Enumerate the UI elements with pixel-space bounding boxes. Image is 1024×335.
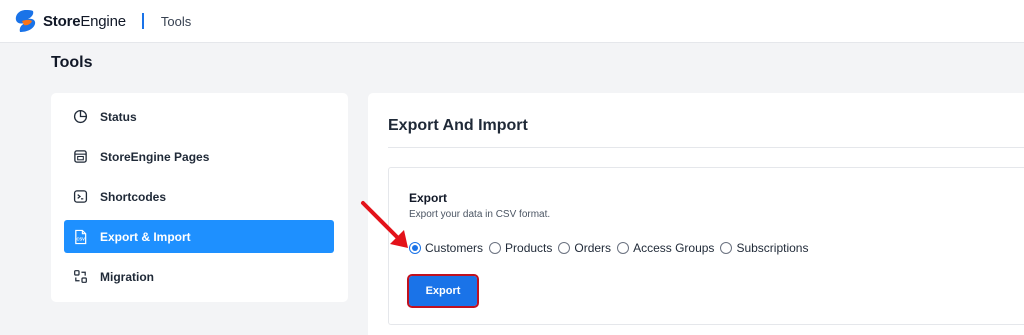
sidebar-item-status[interactable]: Status [64,100,334,133]
annotation-arrow-icon [361,201,408,248]
page-title: Tools [51,54,93,71]
sidebar-item-storeengine-pages[interactable]: StoreEngine Pages [64,140,334,173]
radio-button[interactable] [558,242,571,254]
radio-option-products[interactable]: Products [489,241,552,255]
header-section-title: Tools [160,13,192,29]
header-separator [141,13,144,29]
radio-button[interactable] [489,242,502,254]
export-button[interactable]: Export [407,274,479,308]
export-card: Export Export your data in CSV format. C… [388,167,1024,325]
radio-label: Orders [574,241,612,255]
export-section-title: Export [409,191,448,205]
terminal-icon [72,189,88,205]
radio-label: Access Groups [633,241,715,255]
brand-name: StoreEngine [43,12,126,30]
sidebar-item-label: Migration [100,269,154,284]
sidebar-item-label: Status [100,109,137,124]
tools-sidebar: Status StoreEngine Pages Shortcodes CSV … [51,93,348,302]
storeengine-logo[interactable]: StoreEngine [13,8,126,34]
svg-text:CSV: CSV [76,236,85,241]
sidebar-item-label: StoreEngine Pages [100,149,210,164]
radio-label: Customers [425,241,484,255]
panel-title: Export And Import [388,117,528,134]
csv-file-icon: CSV [72,229,88,245]
pages-icon [72,149,88,165]
migration-icon [72,269,88,285]
sidebar-item-migration[interactable]: Migration [64,260,334,293]
sidebar-item-shortcodes[interactable]: Shortcodes [64,180,334,213]
panel-divider [388,147,1024,148]
radio-button[interactable] [720,242,733,254]
radio-option-orders[interactable]: Orders [558,241,611,255]
top-bar: StoreEngine Tools [0,0,1024,43]
sidebar-item-label: Shortcodes [100,189,167,204]
sidebar-item-label: Export & Import [100,229,191,244]
radio-label: Products [505,241,553,255]
radio-option-access-groups[interactable]: Access Groups [617,241,714,255]
export-type-radio-group: Customers Products Orders Access Groups … [409,241,814,255]
sidebar-item-export-import[interactable]: CSV Export & Import [64,220,334,253]
radio-option-subscriptions[interactable]: Subscriptions [720,241,808,255]
radio-button[interactable] [617,242,630,254]
export-description: Export your data in CSV format. [409,209,551,220]
radio-label: Subscriptions [736,241,809,255]
export-import-panel: Export And Import Export Export your dat… [368,93,1024,335]
storeengine-logo-icon [15,10,36,32]
radio-option-customers[interactable]: Customers [409,241,483,255]
pie-chart-icon [72,109,88,125]
